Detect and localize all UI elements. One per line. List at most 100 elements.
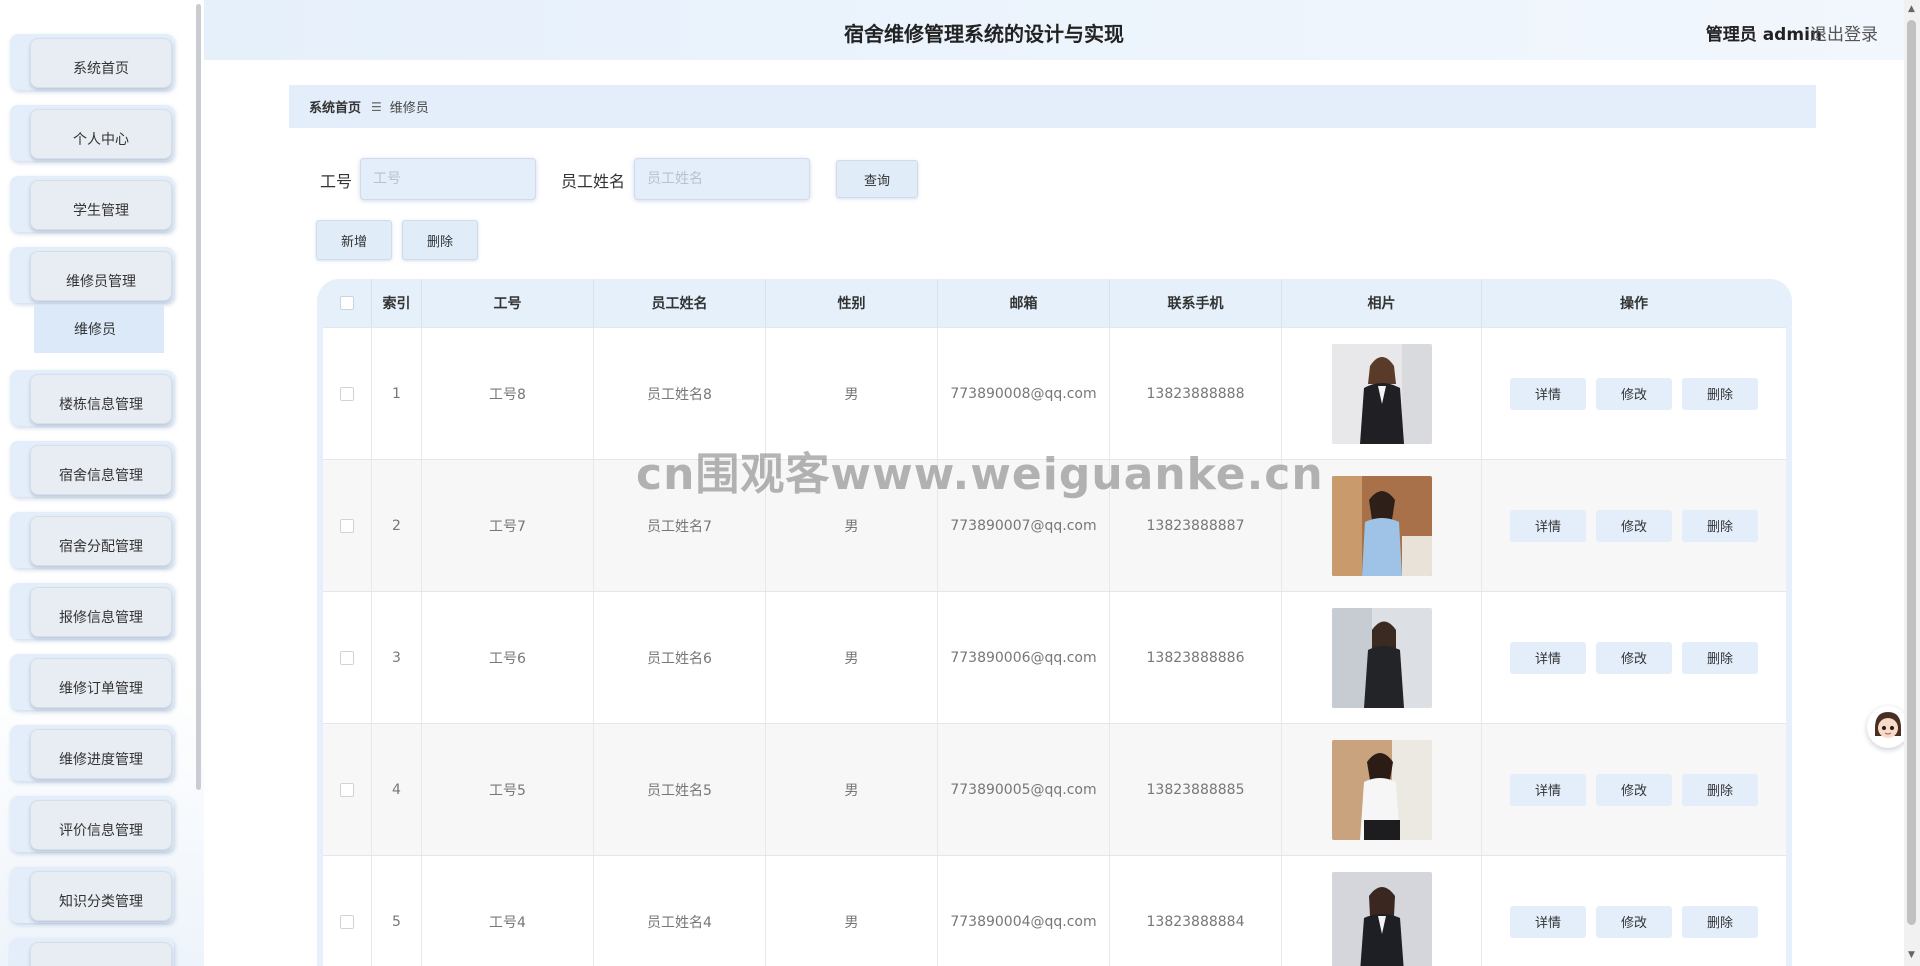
staff-photo[interactable] bbox=[1331, 475, 1432, 576]
id-search-input[interactable] bbox=[360, 158, 536, 200]
cell-phone: 13823888884 bbox=[1110, 856, 1282, 966]
add-button[interactable]: 新增 bbox=[316, 220, 392, 260]
sidebar-item-label: 维修员管理 bbox=[66, 274, 136, 290]
cell-index: 5 bbox=[372, 856, 422, 966]
edit-button[interactable]: 修改 bbox=[1596, 905, 1672, 938]
detail-button[interactable]: 详情 bbox=[1510, 641, 1586, 674]
cell-email: 773890006@qq.com bbox=[938, 592, 1110, 723]
sidebar-item-buildings[interactable]: 楼栋信息管理 bbox=[10, 370, 174, 426]
column-header: 索引 bbox=[372, 279, 422, 327]
app-title: 宿舍维修管理系统的设计与实现 bbox=[844, 22, 1124, 46]
delete-button[interactable]: 删除 bbox=[1682, 509, 1758, 542]
main-content: 系统首页 ☰ 维修员 工号 员工姓名 查询 新增 删除 索引 工号 员工姓名 性… bbox=[204, 60, 1904, 966]
sidebar-item-repair-orders[interactable]: 维修订单管理 bbox=[10, 654, 174, 710]
delete-button[interactable]: 删除 bbox=[1682, 905, 1758, 938]
edit-button[interactable]: 修改 bbox=[1596, 773, 1672, 806]
cell-id: 工号8 bbox=[422, 328, 594, 459]
sidebar-item-label: 维修进度管理 bbox=[59, 752, 143, 768]
cell-name: 员工姓名4 bbox=[594, 856, 766, 966]
sidebar-item-label: 维修订单管理 bbox=[59, 681, 143, 697]
detail-button[interactable]: 详情 bbox=[1510, 905, 1586, 938]
breadcrumb-home[interactable]: 系统首页 bbox=[309, 97, 361, 116]
delete-button[interactable]: 删除 bbox=[1682, 773, 1758, 806]
sidebar-item-repair-requests[interactable]: 报修信息管理 bbox=[10, 583, 174, 639]
cell-id: 工号5 bbox=[422, 724, 594, 855]
sidebar-item-reviews[interactable]: 评价信息管理 bbox=[10, 796, 174, 852]
sidebar-item-repairmen[interactable]: 维修员管理 bbox=[10, 247, 174, 303]
row-checkbox[interactable] bbox=[340, 782, 354, 797]
page-scrollbar-thumb[interactable] bbox=[1907, 20, 1916, 925]
column-header: 操作 bbox=[1620, 296, 1648, 312]
row-checkbox[interactable] bbox=[340, 650, 354, 665]
staff-photo[interactable] bbox=[1331, 871, 1432, 966]
delete-button[interactable]: 删除 bbox=[1682, 377, 1758, 410]
select-all-checkbox[interactable] bbox=[340, 296, 354, 310]
scroll-down-icon[interactable]: ▼ bbox=[1908, 950, 1915, 960]
delete-button[interactable]: 删除 bbox=[1682, 641, 1758, 674]
table-row: 5 工号4 员工姓名4 男 773890004@qq.com 138238888… bbox=[323, 855, 1786, 966]
cell-gender: 男 bbox=[766, 724, 938, 855]
cell-gender: 男 bbox=[766, 856, 938, 966]
detail-button[interactable]: 详情 bbox=[1510, 509, 1586, 542]
sidebar-item-label: 报修信息管理 bbox=[59, 610, 143, 626]
sidebar: 系统首页 个人中心 学生管理 维修员管理 维修员 楼栋信息管理 宿舍信息管理 宿… bbox=[0, 0, 204, 966]
staff-photo[interactable] bbox=[1331, 739, 1432, 840]
cell-name: 员工姓名6 bbox=[594, 592, 766, 723]
staff-photo[interactable] bbox=[1331, 607, 1432, 708]
sidebar-item-label: 系统首页 bbox=[73, 61, 129, 77]
sidebar-item-label: 宿舍信息管理 bbox=[59, 468, 143, 484]
name-search-input[interactable] bbox=[634, 158, 810, 200]
row-checkbox[interactable] bbox=[340, 386, 354, 401]
cell-id: 工号7 bbox=[422, 460, 594, 591]
cell-email: 773890005@qq.com bbox=[938, 724, 1110, 855]
cell-index: 2 bbox=[372, 460, 422, 591]
cell-phone: 13823888886 bbox=[1110, 592, 1282, 723]
edit-button[interactable]: 修改 bbox=[1596, 377, 1672, 410]
row-checkbox[interactable] bbox=[340, 914, 354, 929]
query-button[interactable]: 查询 bbox=[836, 160, 918, 198]
cell-email: 773890004@qq.com bbox=[938, 856, 1110, 966]
sidebar-item-knowledge-categories[interactable]: 知识分类管理 bbox=[10, 867, 174, 923]
sidebar-item-repair-progress[interactable]: 维修进度管理 bbox=[10, 725, 174, 781]
breadcrumb-separator-icon: ☰ bbox=[371, 99, 382, 114]
cell-index: 3 bbox=[372, 592, 422, 723]
logout-link[interactable]: 退出登录 bbox=[1810, 20, 1878, 45]
sidebar-item-dorm-assign[interactable]: 宿舍分配管理 bbox=[10, 512, 174, 568]
data-table: 索引 工号 员工姓名 性别 邮箱 联系手机 相片 操作 1 工号8 员工姓名8 … bbox=[317, 279, 1792, 966]
cell-name: 员工姓名5 bbox=[594, 724, 766, 855]
detail-button[interactable]: 详情 bbox=[1510, 377, 1586, 410]
table-header: 索引 工号 员工姓名 性别 邮箱 联系手机 相片 操作 bbox=[323, 279, 1786, 327]
cell-id: 工号6 bbox=[422, 592, 594, 723]
top-header: 宿舍维修管理系统的设计与实现 管理员 admin 退出登录 bbox=[204, 0, 1904, 60]
assistant-avatar-icon[interactable] bbox=[1867, 706, 1909, 748]
edit-button[interactable]: 修改 bbox=[1596, 641, 1672, 674]
column-header: 性别 bbox=[766, 279, 938, 327]
sidebar-item-profile[interactable]: 个人中心 bbox=[10, 105, 174, 161]
staff-photo[interactable] bbox=[1331, 343, 1432, 444]
cell-index: 4 bbox=[372, 724, 422, 855]
column-header: 邮箱 bbox=[938, 279, 1110, 327]
cell-phone: 13823888885 bbox=[1110, 724, 1282, 855]
sidebar-subitem-label: 维修员 bbox=[74, 322, 116, 338]
sidebar-item-label: 楼栋信息管理 bbox=[59, 397, 143, 413]
sidebar-item-label: 个人中心 bbox=[73, 132, 129, 148]
scroll-up-icon[interactable]: ▲ bbox=[1908, 4, 1915, 14]
sidebar-item-home[interactable]: 系统首页 bbox=[10, 34, 174, 90]
sidebar-item-dorms[interactable]: 宿舍信息管理 bbox=[10, 441, 174, 497]
table-row: 3 工号6 员工姓名6 男 773890006@qq.com 138238888… bbox=[323, 591, 1786, 723]
batch-delete-button[interactable]: 删除 bbox=[402, 220, 478, 260]
column-header: 工号 bbox=[422, 279, 594, 327]
detail-button[interactable]: 详情 bbox=[1510, 773, 1586, 806]
sidebar-subitem-repairman[interactable]: 维修员 bbox=[34, 305, 164, 353]
breadcrumb: 系统首页 ☰ 维修员 bbox=[289, 85, 1816, 128]
sidebar-scrollbar[interactable] bbox=[196, 4, 201, 790]
sidebar-item-students[interactable]: 学生管理 bbox=[10, 176, 174, 232]
cell-index: 1 bbox=[372, 328, 422, 459]
sidebar-item-label: 学生管理 bbox=[73, 203, 129, 219]
sidebar-item-label: 知识分类管理 bbox=[59, 894, 143, 910]
current-user: 管理员 admin bbox=[1705, 25, 1822, 45]
row-checkbox[interactable] bbox=[340, 518, 354, 533]
watermark: cn围观客www.weiguanke.cn bbox=[636, 449, 1324, 500]
edit-button[interactable]: 修改 bbox=[1596, 509, 1672, 542]
sidebar-item-more[interactable] bbox=[10, 938, 174, 966]
